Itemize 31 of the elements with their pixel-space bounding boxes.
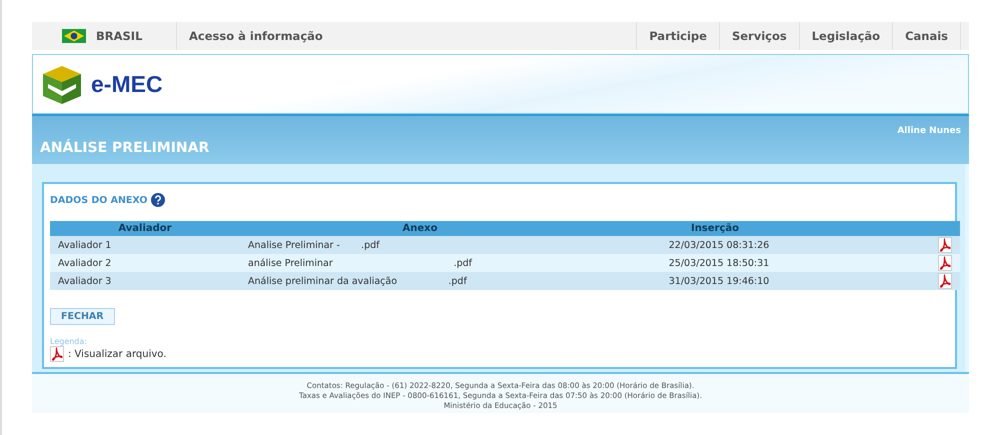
nav-link[interactable]: Legislação [798,22,892,50]
table-cell: Avaliador 1 [58,240,112,250]
panel-title: DADOS DO ANEXO [50,194,148,206]
nav-link[interactable]: Canais [892,22,960,50]
pdf-icon[interactable] [938,273,952,289]
flag-icon [62,29,86,43]
table-cell: Avaliador 3 [58,276,112,286]
table-cell: 31/03/2015 19:46:10 [668,276,770,286]
access-info-link[interactable]: Acesso à informação [176,22,335,50]
column-header: Anexo [240,221,600,236]
table-cell: Avaliador 2 [58,258,112,268]
country-label: BRASIL [96,29,144,43]
legend-label: Legenda: [50,337,88,346]
column-header: Avaliador [50,221,240,236]
user-name: Alline Nunes [897,126,961,136]
pdf-icon[interactable] [938,237,952,253]
help-icon[interactable] [151,193,166,207]
table-cell: Análise preliminar da avaliação .pdf [248,276,467,286]
column-header: Inserção [600,221,830,236]
legend-text: : Visualizar arquivo. [68,348,166,360]
pdf-icon[interactable] [938,255,952,271]
table-cell: análise Preliminar .pdf [248,258,472,268]
page-title: ANÁLISE PRELIMINAR [40,140,210,156]
table-cell: 25/03/2015 18:50:31 [668,258,770,268]
pdf-icon [50,346,64,362]
table-cell: Analise Preliminar - .pdf [248,240,380,250]
close-button[interactable]: FECHAR [50,308,115,325]
table-cell: 22/03/2015 08:31:26 [668,240,770,250]
logo-text: e-MEC [91,70,163,98]
nav-link[interactable]: Serviços [718,22,799,50]
nav-link[interactable]: Participe [636,22,719,50]
